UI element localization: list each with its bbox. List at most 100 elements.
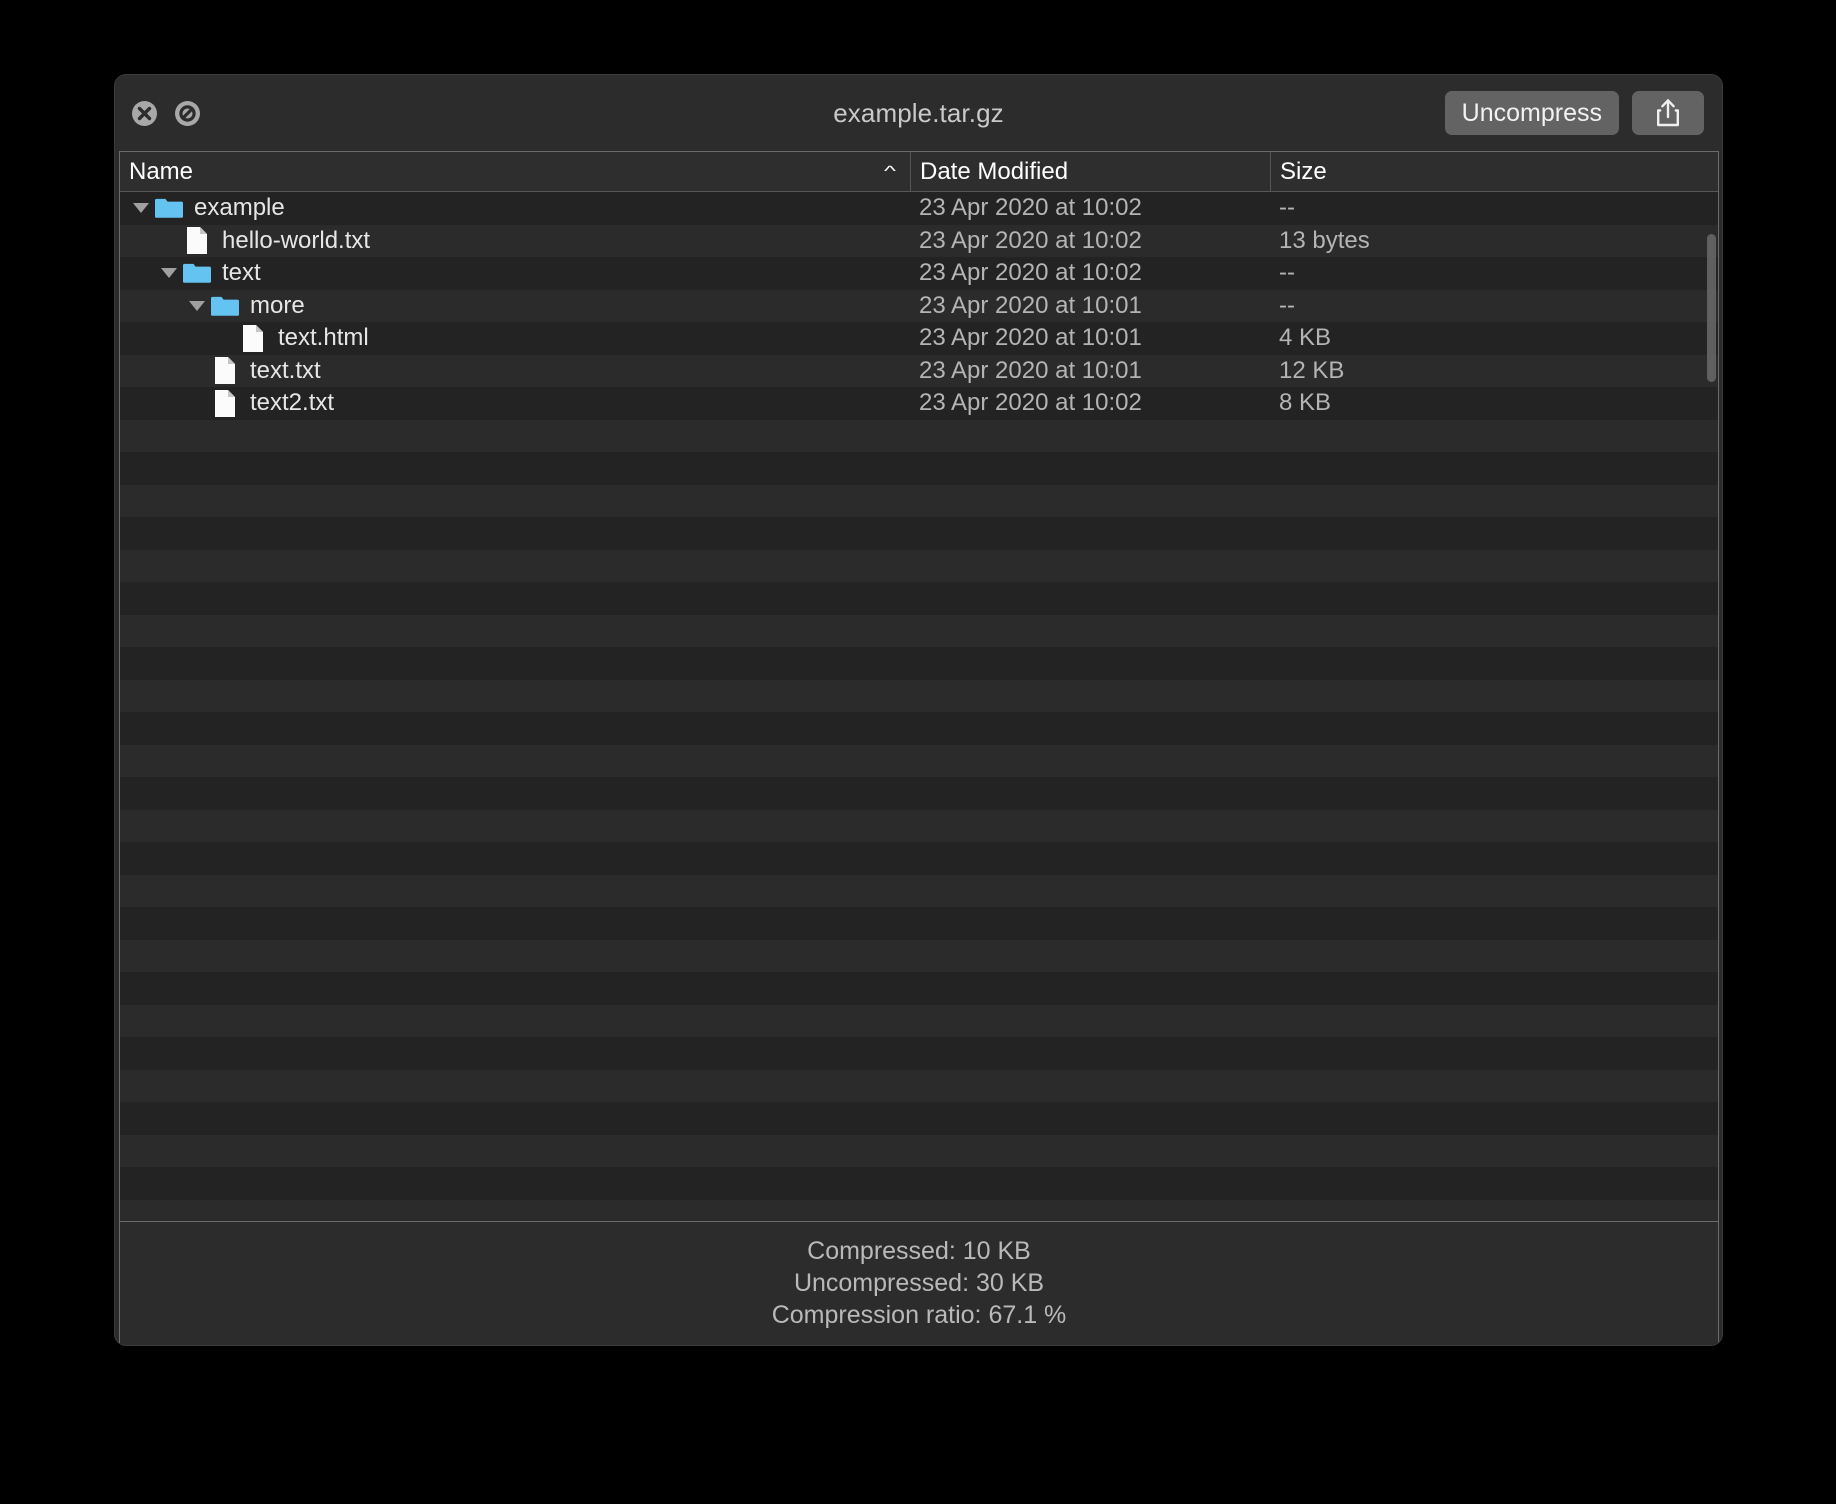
row-size: --: [1279, 259, 1295, 287]
row-date-modified: 23 Apr 2020 at 10:02: [919, 194, 1142, 222]
disclosure-triangle-expanded-icon[interactable]: [130, 192, 152, 224]
column-header-name-label: Name: [129, 157, 194, 185]
row-size: --: [1279, 291, 1295, 319]
table-empty-row: [120, 1199, 1718, 1221]
row-name-label: text2.txt: [250, 389, 335, 417]
desktop-background: example.tar.gz Uncompress Name ^ Date Mo…: [0, 0, 1836, 1504]
table-empty-row: [120, 939, 1718, 972]
table-empty-row: [120, 842, 1718, 875]
table-empty-row: [120, 972, 1718, 1005]
table-empty-row: [120, 1102, 1718, 1135]
table-empty-row: [120, 907, 1718, 940]
column-header-date-modified[interactable]: Date Modified: [910, 152, 1270, 191]
row-size: 4 KB: [1279, 324, 1332, 352]
document-icon: [208, 356, 242, 385]
file-list-body[interactable]: example 23 Apr 2020 at 10:02 -- hello-world…: [120, 192, 1718, 1221]
table-empty-row: [120, 452, 1718, 485]
table-row[interactable]: text2.txt 23 Apr 2020 at 10:02 8 KB: [120, 387, 1718, 420]
stat-compressed: Compressed: 10 KB: [807, 1237, 1031, 1266]
table-header-row: Name ^ Date Modified Size: [120, 152, 1718, 192]
table-empty-row: [120, 614, 1718, 647]
document-icon: [180, 226, 214, 255]
document-icon: [208, 389, 242, 418]
disclosure-triangle-expanded-icon[interactable]: [158, 257, 180, 289]
row-name-cell: text.html: [120, 322, 910, 354]
table-empty-row: [120, 1069, 1718, 1102]
table-row[interactable]: example 23 Apr 2020 at 10:02 --: [120, 192, 1718, 225]
row-name-label: hello-world.txt: [222, 226, 371, 254]
table-empty-row: [120, 744, 1718, 777]
window-controls: [132, 75, 200, 151]
stop-slash-circle-icon[interactable]: [175, 100, 200, 126]
folder-icon: [208, 294, 242, 318]
archive-utility-window: example.tar.gz Uncompress Name ^ Date Mo…: [114, 74, 1723, 1346]
table-empty-row: [120, 874, 1718, 907]
file-list-frame: Name ^ Date Modified Size example 23 Apr …: [119, 151, 1719, 1221]
titlebar-actions: Uncompress: [1444, 75, 1704, 151]
share-button[interactable]: [1632, 91, 1704, 135]
row-name-label: text.txt: [250, 356, 321, 384]
row-date-modified: 23 Apr 2020 at 10:02: [919, 389, 1142, 417]
close-x-circle-icon[interactable]: [132, 100, 157, 126]
disclosure-triangle-expanded-icon[interactable]: [186, 290, 208, 322]
column-header-name[interactable]: Name ^: [120, 152, 910, 191]
row-date-modified: 23 Apr 2020 at 10:02: [919, 226, 1142, 254]
row-date-modified: 23 Apr 2020 at 10:01: [919, 356, 1142, 384]
row-size: 8 KB: [1279, 389, 1332, 417]
table-row[interactable]: text.txt 23 Apr 2020 at 10:01 12 KB: [120, 354, 1718, 387]
column-header-size-label: Size: [1280, 157, 1327, 185]
table-empty-row: [120, 419, 1718, 452]
vertical-scrollbar-thumb[interactable]: [1707, 234, 1716, 382]
uncompress-button[interactable]: Uncompress: [1444, 91, 1619, 135]
table-empty-row: [120, 1167, 1718, 1200]
table-row[interactable]: hello-world.txt 23 Apr 2020 at 10:02 13 by…: [120, 224, 1718, 257]
table-empty-row: [120, 484, 1718, 517]
document-icon: [236, 324, 270, 353]
row-size: 12 KB: [1279, 356, 1345, 384]
table-empty-row: [120, 549, 1718, 582]
table-empty-row: [120, 712, 1718, 745]
table-empty-row: [120, 517, 1718, 550]
row-date-modified: 23 Apr 2020 at 10:01: [919, 324, 1142, 352]
table-empty-row: [120, 1037, 1718, 1070]
table-row[interactable]: more 23 Apr 2020 at 10:01 --: [120, 289, 1718, 322]
table-empty-row: [120, 1134, 1718, 1167]
row-date-modified: 23 Apr 2020 at 10:02: [919, 259, 1142, 287]
sort-ascending-icon: ^: [884, 163, 896, 180]
stop-icon-glyph: [175, 101, 200, 126]
column-header-size[interactable]: Size: [1270, 152, 1718, 191]
table-empty-row: [120, 777, 1718, 810]
close-icon-glyph: [132, 101, 157, 126]
row-name-cell: hello-world.txt: [120, 225, 910, 257]
folder-icon: [152, 196, 186, 220]
stat-compression-ratio: Compression ratio: 67.1 %: [771, 1300, 1067, 1329]
table-empty-row: [120, 1004, 1718, 1037]
table-empty-row: [120, 809, 1718, 842]
row-name-label: more: [250, 291, 305, 319]
table-row[interactable]: text 23 Apr 2020 at 10:02 --: [120, 257, 1718, 290]
row-name-label: example: [194, 194, 285, 222]
row-date-modified: 23 Apr 2020 at 10:01: [919, 291, 1142, 319]
row-name-label: text.html: [278, 324, 369, 352]
archive-statistics-footer: Compressed: 10 KB Uncompressed: 30 KB Co…: [119, 1221, 1719, 1345]
table-empty-row: [120, 679, 1718, 712]
row-size: 13 bytes: [1279, 226, 1370, 254]
table-empty-row: [120, 647, 1718, 680]
column-header-date-label: Date Modified: [920, 157, 1069, 185]
row-name-cell: example: [120, 192, 910, 224]
row-name-cell: text: [120, 257, 910, 289]
folder-icon: [180, 261, 214, 285]
window-titlebar: example.tar.gz Uncompress: [115, 75, 1722, 151]
row-name-label: text: [222, 259, 261, 287]
table-row[interactable]: text.html 23 Apr 2020 at 10:01 4 KB: [120, 322, 1718, 355]
table-empty-row: [120, 582, 1718, 615]
row-name-cell: more: [120, 290, 910, 322]
share-upload-icon: [1653, 97, 1683, 129]
row-name-cell: text.txt: [120, 355, 910, 387]
row-name-cell: text2.txt: [120, 387, 910, 419]
row-size: --: [1279, 194, 1295, 222]
